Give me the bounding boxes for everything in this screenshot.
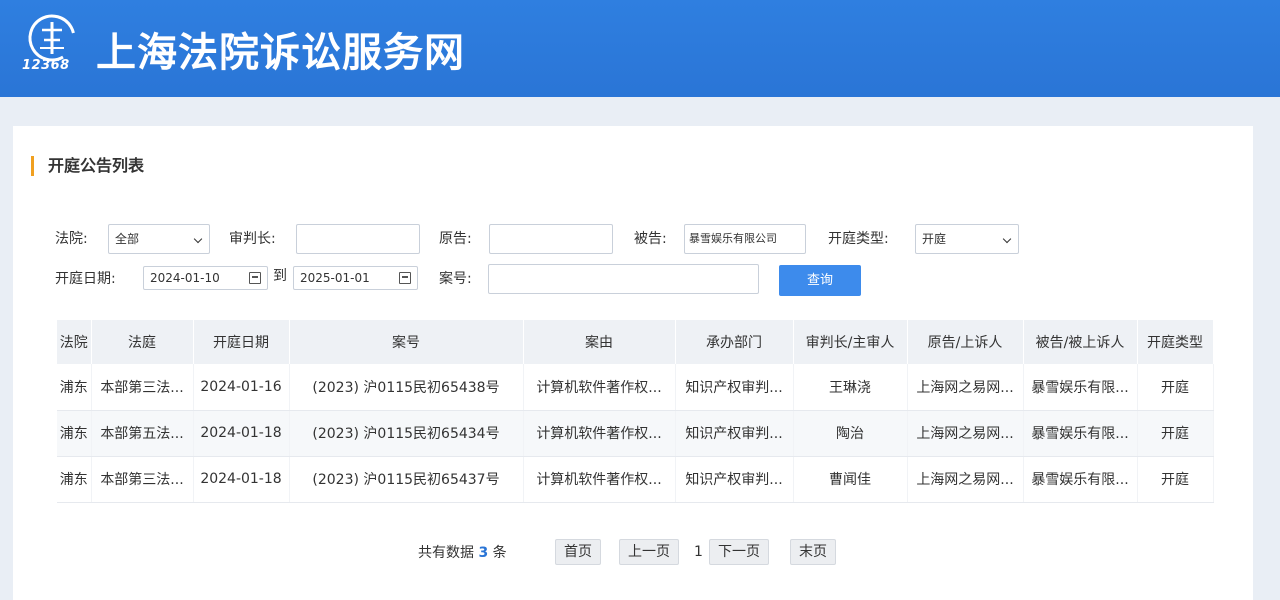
- first-page-button[interactable]: 首页: [555, 539, 601, 565]
- case-no-label: 案号:: [439, 271, 472, 287]
- next-page-button[interactable]: 下一页: [709, 539, 769, 565]
- col-header-courtroom: 法庭: [91, 320, 194, 364]
- cell-defendant: 暴雪娱乐有限...: [1023, 410, 1138, 457]
- cell-department: 知识产权审判...: [675, 456, 794, 503]
- col-header-defendant: 被告/被上诉人: [1023, 320, 1138, 364]
- judge-label: 审判长:: [229, 231, 276, 247]
- court-label: 法院:: [55, 231, 88, 247]
- cell-case-no[interactable]: (2023) 沪0115民初65438号: [289, 364, 524, 411]
- cell-court: 浦东: [57, 456, 92, 503]
- cell-date: 2024-01-18: [193, 410, 290, 457]
- court-select[interactable]: 全部: [108, 224, 210, 254]
- hearing-type-label: 开庭类型:: [828, 231, 889, 247]
- total-count: 3: [478, 545, 489, 561]
- table-header-row: 法院 法庭 开庭日期 案号 案由 承办部门 审判长/主审人 原告/上诉人 被告/…: [57, 320, 1214, 364]
- pagination-total: 共有数据 3 条: [418, 540, 507, 566]
- main-panel: 开庭公告列表 法院: 全部 审判长: 原告: 被告: 暴雪娱乐有限公司 开庭类型…: [13, 126, 1253, 600]
- table-row[interactable]: 浦东 本部第五法... 2024-01-18 (2023) 沪0115民初654…: [57, 410, 1214, 457]
- cell-plaintiff: 上海网之易网...: [907, 456, 1024, 503]
- cell-plaintiff: 上海网之易网...: [907, 410, 1024, 457]
- last-page-button[interactable]: 末页: [790, 539, 836, 565]
- col-header-cause: 案由: [523, 320, 676, 364]
- cell-hearing-type: 开庭: [1137, 364, 1214, 411]
- plaintiff-label: 原告:: [439, 231, 472, 247]
- hearing-table: 法院 法庭 开庭日期 案号 案由 承办部门 审判长/主审人 原告/上诉人 被告/…: [57, 320, 1214, 503]
- section-title: 开庭公告列表: [31, 156, 144, 176]
- calendar-icon[interactable]: [399, 272, 411, 284]
- cell-cause: 计算机软件著作权...: [523, 364, 676, 411]
- cell-judge: 陶治: [793, 410, 908, 457]
- table-row[interactable]: 浦东 本部第三法... 2024-01-16 (2023) 沪0115民初654…: [57, 364, 1214, 411]
- cell-courtroom: 本部第三法...: [91, 456, 194, 503]
- site-title[interactable]: 上海法院诉讼服务网: [96, 20, 465, 78]
- date-to-label: 到: [273, 268, 287, 284]
- col-header-hearing-type: 开庭类型: [1137, 320, 1214, 364]
- table-row[interactable]: 浦东 本部第三法... 2024-01-18 (2023) 沪0115民初654…: [57, 456, 1214, 503]
- cell-court: 浦东: [57, 364, 92, 411]
- cell-defendant: 暴雪娱乐有限...: [1023, 364, 1138, 411]
- total-suffix: 条: [492, 545, 507, 561]
- cell-cause: 计算机软件著作权...: [523, 456, 676, 503]
- cell-courtroom: 本部第三法...: [91, 364, 194, 411]
- cell-plaintiff: 上海网之易网...: [907, 364, 1024, 411]
- cell-defendant: 暴雪娱乐有限...: [1023, 456, 1138, 503]
- cell-case-no[interactable]: (2023) 沪0115民初65434号: [289, 410, 524, 457]
- date-to-input[interactable]: 2025-01-01: [293, 266, 418, 290]
- court-select-value: 全部: [115, 232, 140, 246]
- cell-date: 2024-01-18: [193, 456, 290, 503]
- date-from-input[interactable]: 2024-01-10: [143, 266, 268, 290]
- cell-hearing-type: 开庭: [1137, 456, 1214, 503]
- calendar-icon[interactable]: [249, 272, 261, 284]
- date-label: 开庭日期:: [55, 271, 116, 287]
- hearing-type-select[interactable]: 开庭: [915, 224, 1019, 254]
- prev-page-button[interactable]: 上一页: [619, 539, 679, 565]
- total-prefix: 共有数据: [418, 545, 474, 561]
- col-header-department: 承办部门: [675, 320, 794, 364]
- cell-courtroom: 本部第五法...: [91, 410, 194, 457]
- judge-input[interactable]: [296, 224, 420, 254]
- cell-cause: 计算机软件著作权...: [523, 410, 676, 457]
- cell-court: 浦东: [57, 410, 92, 457]
- plaintiff-input[interactable]: [489, 224, 613, 254]
- site-header: 12368 上海法院诉讼服务网: [0, 0, 1280, 97]
- query-button[interactable]: 查询: [779, 265, 861, 296]
- col-header-plaintiff: 原告/上诉人: [907, 320, 1024, 364]
- col-header-date: 开庭日期: [193, 320, 290, 364]
- current-page: 1: [694, 544, 703, 560]
- date-to-value: 2025-01-01: [300, 271, 370, 285]
- cell-case-no[interactable]: (2023) 沪0115民初65437号: [289, 456, 524, 503]
- cell-judge: 曹闻佳: [793, 456, 908, 503]
- col-header-court: 法院: [57, 320, 92, 364]
- cell-date: 2024-01-16: [193, 364, 290, 411]
- defendant-input[interactable]: 暴雪娱乐有限公司: [684, 224, 806, 254]
- defendant-label: 被告:: [634, 231, 667, 247]
- case-no-input[interactable]: [488, 264, 759, 294]
- date-from-value: 2024-01-10: [150, 271, 220, 285]
- col-header-judge: 审判长/主审人: [793, 320, 908, 364]
- logo-number: 12368: [22, 58, 70, 73]
- cell-hearing-type: 开庭: [1137, 410, 1214, 457]
- cell-department: 知识产权审判...: [675, 364, 794, 411]
- cell-department: 知识产权审判...: [675, 410, 794, 457]
- cell-judge: 王琳浇: [793, 364, 908, 411]
- col-header-case-no: 案号: [289, 320, 524, 364]
- hearing-type-value: 开庭: [922, 232, 947, 246]
